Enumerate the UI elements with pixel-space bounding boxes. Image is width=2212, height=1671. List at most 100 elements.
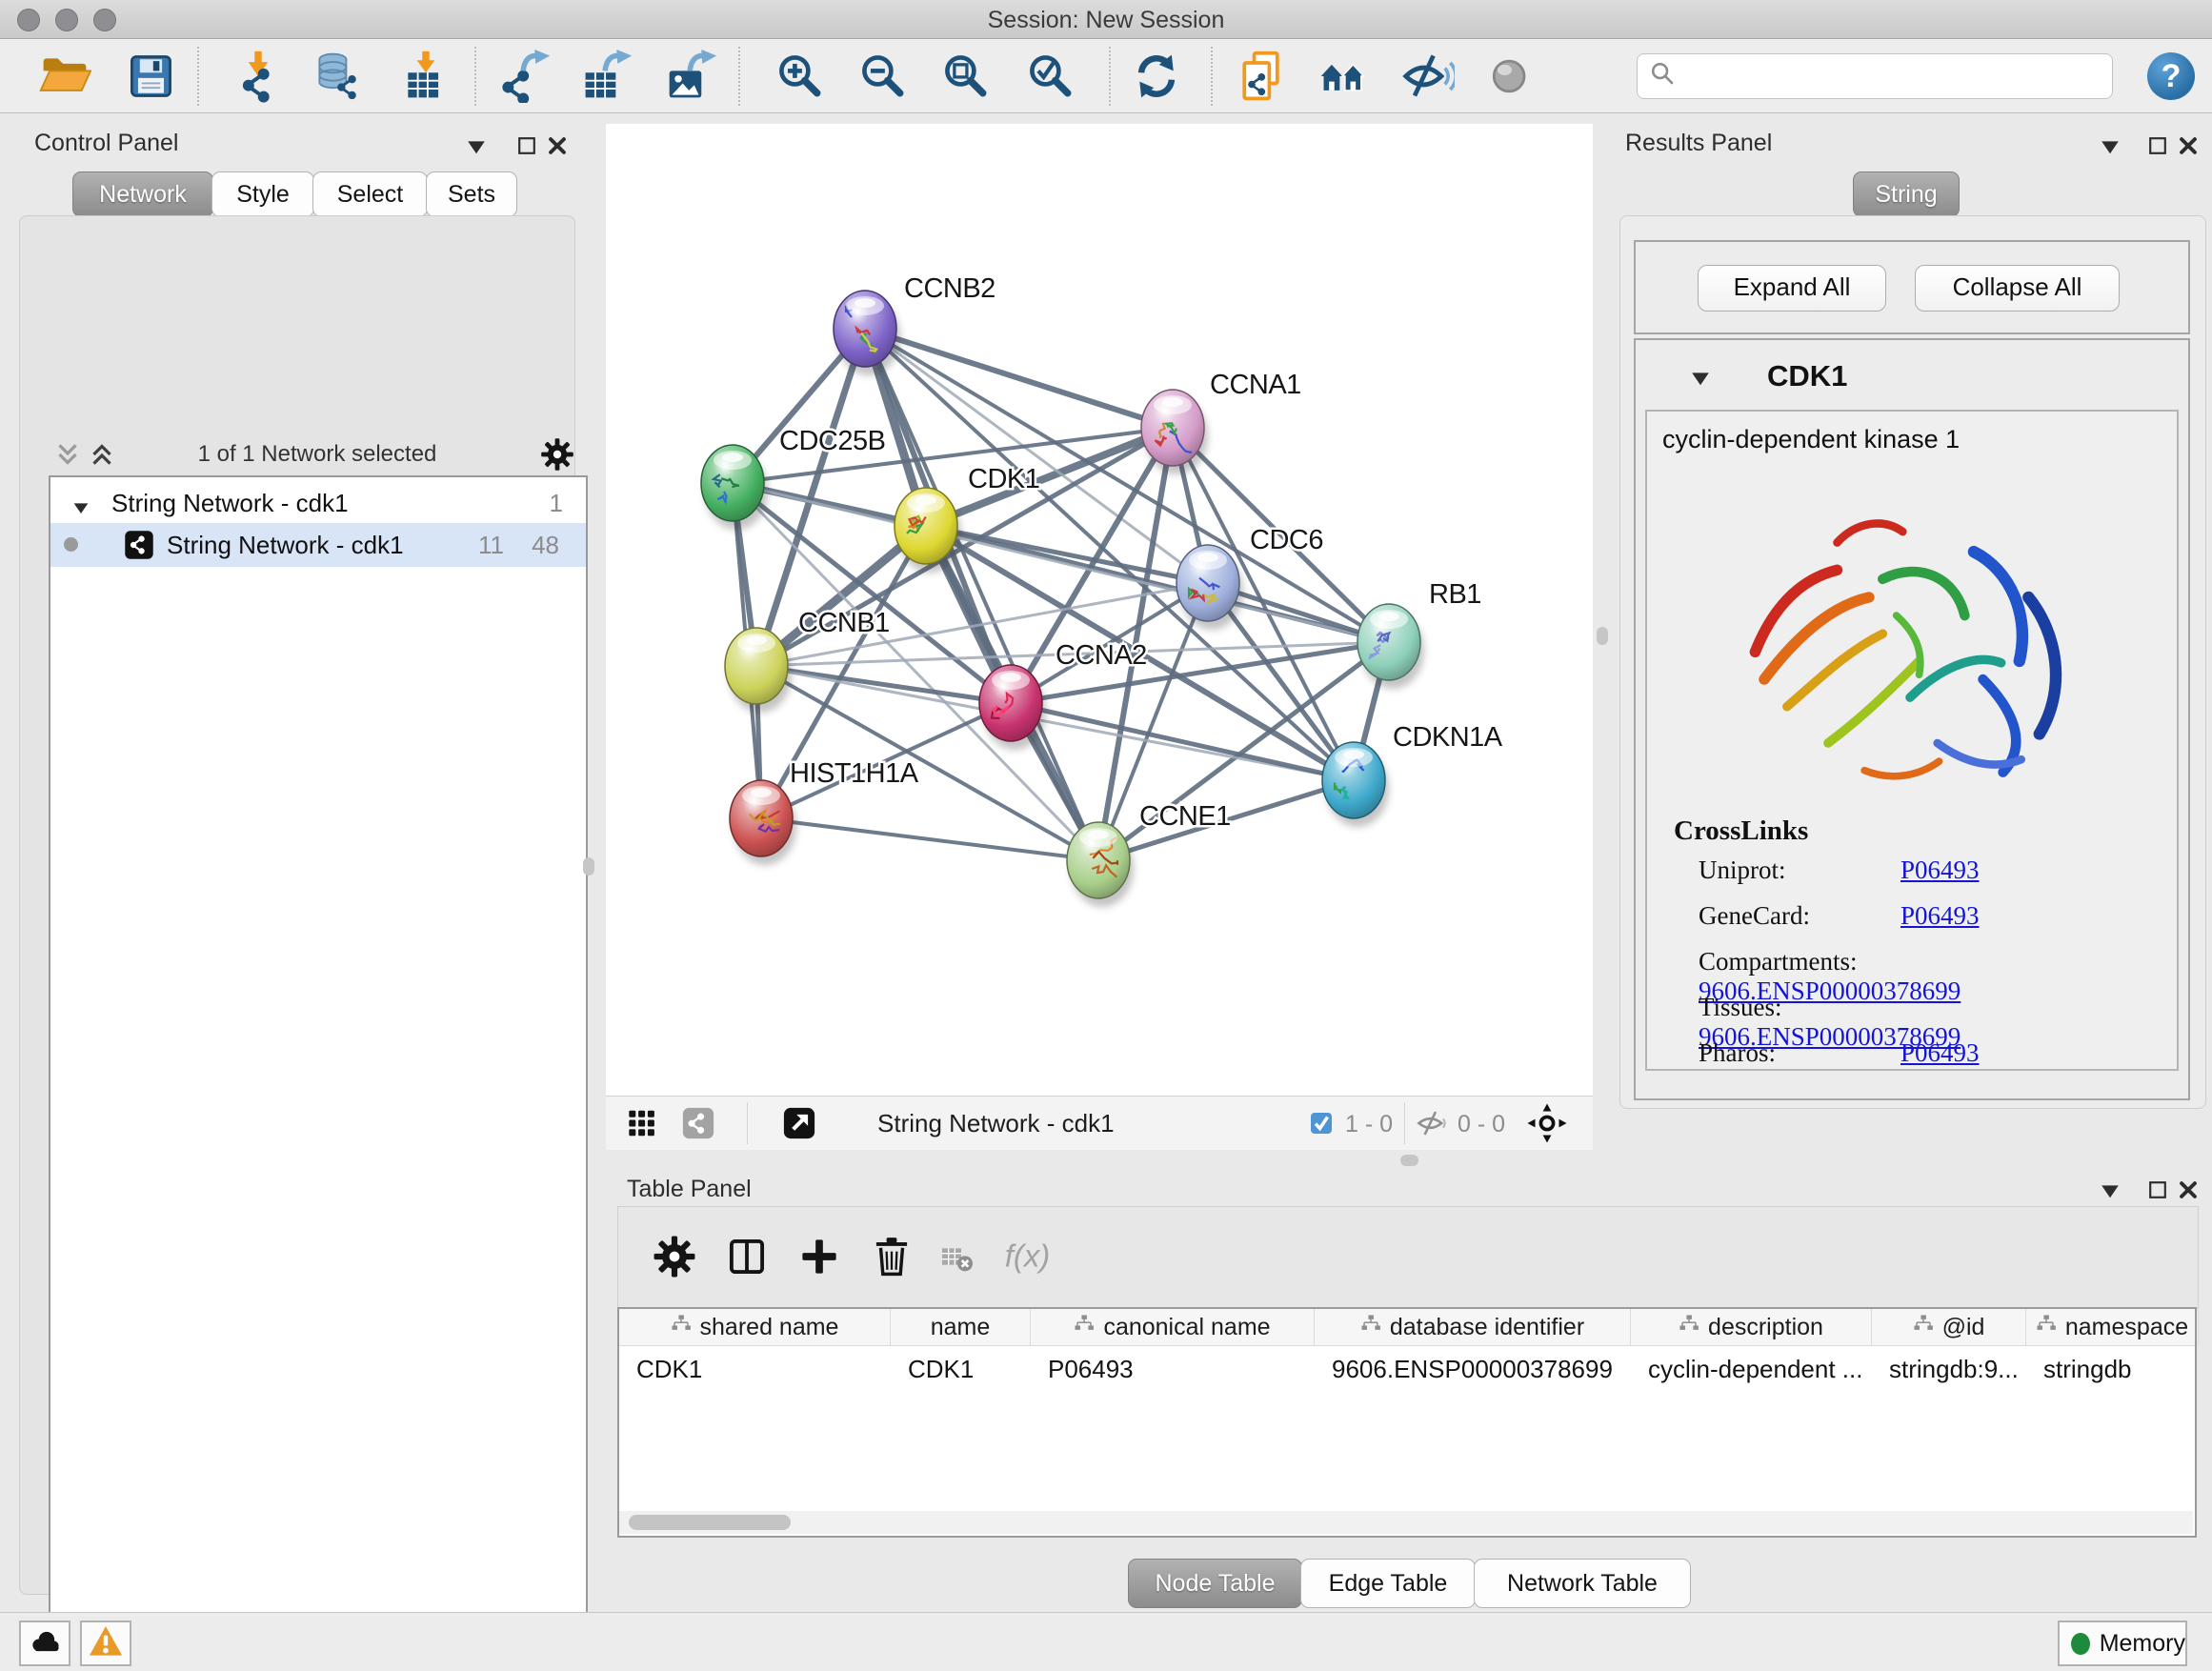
- network-node-rb1[interactable]: [1357, 604, 1424, 689]
- bottom-splitter-handle[interactable]: [1400, 1155, 1418, 1166]
- column-header-databaseidentifier[interactable]: database identifier: [1315, 1309, 1631, 1345]
- column-header-sharedname[interactable]: shared name: [619, 1309, 891, 1345]
- network-share-icon[interactable]: [678, 1103, 718, 1148]
- save-icon[interactable]: [124, 50, 177, 103]
- crosslink-label: GeneCard:: [1699, 901, 1900, 931]
- expand-all-button[interactable]: Expand All: [1698, 265, 1886, 312]
- table-panel-close-icon[interactable]: [2176, 1178, 2201, 1202]
- table-cell[interactable]: stringdb:9...: [1872, 1346, 2026, 1394]
- control-panel-close-icon[interactable]: [545, 133, 570, 158]
- node-label-ccna2: CCNA2: [1056, 640, 1147, 671]
- network-options-gear-icon[interactable]: [540, 437, 574, 476]
- scrollbar-thumb[interactable]: [629, 1515, 791, 1530]
- control-panel-menu-icon[interactable]: [465, 135, 490, 160]
- table-cell[interactable]: 9606.ENSP00000378699: [1315, 1346, 1631, 1394]
- results-panel-float-icon[interactable]: [2145, 133, 2170, 158]
- import-database-icon[interactable]: [312, 50, 365, 103]
- network-node-ccna2[interactable]: [979, 665, 1046, 750]
- column-header-id[interactable]: @id: [1872, 1309, 2026, 1345]
- zoom-selected-icon[interactable]: [1024, 50, 1077, 103]
- results-entry-box: CDK1 cyclin-dependent kinase 1: [1634, 338, 2190, 1100]
- search-input[interactable]: [1683, 56, 2112, 96]
- table-cell[interactable]: stringdb: [2026, 1346, 2199, 1394]
- table-row[interactable]: CDK1CDK1P064939606.ENSP00000378699cyclin…: [619, 1346, 2195, 1394]
- collection-expander-icon[interactable]: [71, 494, 90, 524]
- tab-sets[interactable]: Sets: [426, 171, 517, 217]
- delete-column-icon[interactable]: [938, 1239, 976, 1282]
- refresh-icon[interactable]: [1130, 50, 1183, 103]
- clone-network-icon[interactable]: [1235, 50, 1288, 103]
- network-node-ccne1[interactable]: [1067, 822, 1134, 907]
- table-settings-gear-icon[interactable]: [653, 1235, 696, 1283]
- grid-view-icon[interactable]: [623, 1103, 663, 1148]
- table-cell[interactable]: CDK1: [891, 1346, 1031, 1394]
- hidden-eye-icon[interactable]: [1416, 1107, 1448, 1144]
- show-all-icon[interactable]: [1484, 50, 1538, 103]
- column-header-canonicalname[interactable]: canonical name: [1031, 1309, 1315, 1345]
- right-splitter-handle[interactable]: [1597, 627, 1608, 645]
- gene-name: CDK1: [1767, 359, 1847, 393]
- tab-network[interactable]: Network: [72, 171, 213, 217]
- crosslink-row: GeneCard:P06493: [1699, 901, 2156, 947]
- table-cell[interactable]: CDK1: [619, 1346, 891, 1394]
- column-header-name[interactable]: name: [891, 1309, 1031, 1345]
- table-panel-menu-icon[interactable]: [2099, 1179, 2123, 1204]
- show-columns-icon[interactable]: [725, 1235, 769, 1283]
- network-node-ccnb2[interactable]: [834, 291, 900, 375]
- delete-row-trash-icon[interactable]: [870, 1235, 914, 1283]
- add-column-icon[interactable]: [797, 1235, 841, 1283]
- open-icon[interactable]: [38, 50, 91, 103]
- zoom-in-icon[interactable]: [774, 50, 827, 103]
- table-cell[interactable]: P06493: [1031, 1346, 1315, 1394]
- selected-checkbox-icon[interactable]: [1307, 1109, 1336, 1142]
- tab-edge-table[interactable]: Edge Table: [1300, 1559, 1476, 1608]
- network-graph: CCNB2CCNA1CDC25BCDK1CDC6RB1CCNB1CCNA2CDK…: [606, 124, 1593, 1096]
- crosslinks-title: CrossLinks: [1674, 815, 1808, 847]
- export-image-icon[interactable]: [665, 50, 718, 103]
- function-builder-icon[interactable]: f(x): [1003, 1232, 1053, 1286]
- tab-style[interactable]: Style: [211, 171, 314, 217]
- crosslink-link[interactable]: P06493: [1900, 856, 1980, 884]
- zoom-fit-icon[interactable]: [939, 50, 993, 103]
- import-network-icon[interactable]: [231, 50, 285, 103]
- zoom-out-icon[interactable]: [856, 50, 910, 103]
- column-label: database identifier: [1390, 1314, 1584, 1341]
- network-node-cdc6[interactable]: [1176, 545, 1243, 630]
- column-header-namespace[interactable]: namespace: [2026, 1309, 2199, 1345]
- help-button[interactable]: ?: [2147, 52, 2195, 100]
- table-panel-float-icon[interactable]: [2145, 1178, 2170, 1202]
- export-table-icon[interactable]: [580, 50, 633, 103]
- warnings-button[interactable]: [80, 1621, 131, 1666]
- results-panel-close-icon[interactable]: [2176, 133, 2201, 158]
- crosslink-link[interactable]: P06493: [1900, 901, 1980, 930]
- collapse-all-button[interactable]: Collapse All: [1915, 265, 2120, 312]
- fit-selected-crosshair-icon[interactable]: [1526, 1102, 1568, 1149]
- status-bar: Memory: [0, 1612, 2212, 1671]
- tab-node-table[interactable]: Node Table: [1128, 1559, 1302, 1608]
- node-table[interactable]: shared namenamecanonical name database id…: [617, 1307, 2197, 1538]
- memory-button[interactable]: Memory: [2058, 1621, 2187, 1666]
- results-panel-menu-icon[interactable]: [2099, 135, 2123, 160]
- hide-selected-icon[interactable]: [1401, 50, 1455, 103]
- tab-network-table[interactable]: Network Table: [1474, 1559, 1691, 1608]
- tab-string[interactable]: String: [1853, 171, 1960, 217]
- network-node-cdkn1a[interactable]: [1322, 742, 1389, 827]
- entry-expander-icon[interactable]: [1689, 367, 1712, 394]
- network-node-hist1h1a[interactable]: [730, 780, 796, 865]
- table-horizontal-scrollbar[interactable]: [619, 1511, 2193, 1534]
- network-row[interactable]: String Network - cdk1 11 48: [50, 523, 586, 567]
- crosslink-link[interactable]: P06493: [1900, 1038, 1980, 1067]
- first-neighbors-icon[interactable]: [1317, 50, 1371, 103]
- network-icon: [123, 529, 155, 568]
- open-in-window-icon[interactable]: [779, 1103, 819, 1148]
- left-splitter-handle[interactable]: [583, 857, 594, 876]
- tab-select[interactable]: Select: [312, 171, 428, 217]
- table-cell[interactable]: cyclin-dependent ...: [1631, 1346, 1872, 1394]
- network-collection-row[interactable]: String Network - cdk1 1: [50, 483, 586, 523]
- cloud-button[interactable]: [19, 1621, 70, 1666]
- network-canvas[interactable]: CCNB2CCNA1CDC25BCDK1CDC6RB1CCNB1CCNA2CDK…: [606, 124, 1593, 1096]
- import-table-icon[interactable]: [399, 50, 452, 103]
- export-network-icon[interactable]: [498, 50, 552, 103]
- control-panel-float-icon[interactable]: [514, 133, 539, 158]
- column-header-description[interactable]: description: [1631, 1309, 1872, 1345]
